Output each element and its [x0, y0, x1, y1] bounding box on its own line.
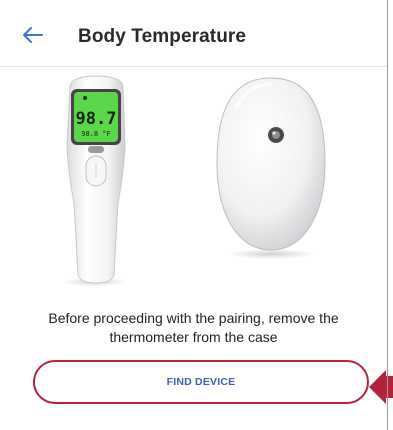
page-title: Body Temperature — [78, 26, 247, 47]
device-illustrations: 98.7 98.8 °F — [63, 75, 326, 286]
thermometer-case-image — [216, 77, 326, 259]
thermometer-image: 98.7 98.8 °F — [63, 75, 127, 286]
back-arrow-icon[interactable] — [20, 25, 44, 45]
display-sub-reading: 98.8 °F — [81, 130, 111, 138]
app-header: Body Temperature — [0, 0, 387, 67]
find-device-button[interactable]: FIND DEVICE — [33, 360, 369, 404]
display-reading: 98.7 — [76, 109, 117, 129]
annotation-arrow-icon — [369, 370, 393, 404]
pairing-instruction: Before proceeding with the pairing, remo… — [48, 310, 339, 345]
frame-border — [387, 0, 388, 430]
